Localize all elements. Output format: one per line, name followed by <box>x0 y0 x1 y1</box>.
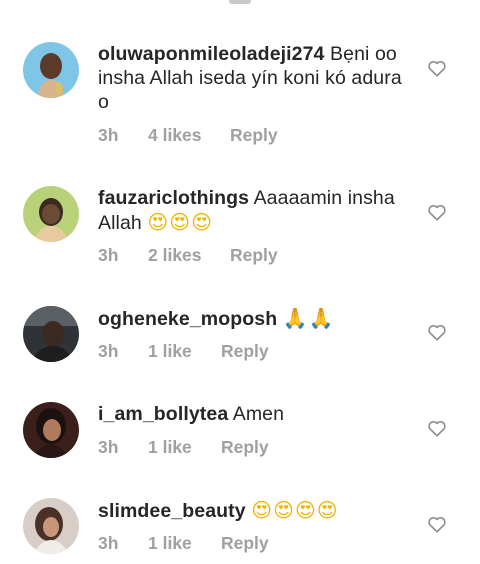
heart-icon[interactable] <box>427 59 447 77</box>
comment-body: fauzariclothings Aaaaamin insha Allah 😍😍… <box>98 186 408 235</box>
comment-time: 3h <box>98 341 119 361</box>
avatar[interactable] <box>23 42 79 98</box>
comment-username[interactable]: fauzariclothings <box>98 187 249 209</box>
heart-icon[interactable] <box>427 419 447 437</box>
heart-eyes-emoji: 😍😍😍 <box>147 210 213 234</box>
avatar[interactable] <box>23 402 79 458</box>
comment-likes[interactable]: 1 like <box>148 533 192 554</box>
comment-likes[interactable]: 1 like <box>148 437 192 458</box>
comment-username[interactable]: oluwaponmileoladeji274 <box>98 43 325 65</box>
comment-time: 3h <box>98 125 119 145</box>
reply-button[interactable]: Reply <box>221 533 269 554</box>
comment-likes[interactable]: 4 likes <box>148 125 202 146</box>
comment-username[interactable]: ogheneke_moposh <box>98 308 277 330</box>
comment-body: slimdee_beauty 😍😍😍😍 <box>98 498 408 523</box>
heart-eyes-emoji: 😍😍😍😍 <box>251 498 339 522</box>
comment-time: 3h <box>98 533 119 553</box>
comment-body: oluwaponmileoladeji274 Bẹni oo insha All… <box>98 42 408 114</box>
comment-likes[interactable]: 1 like <box>148 341 192 362</box>
reply-button[interactable]: Reply <box>221 437 269 458</box>
comment-username[interactable]: i_am_bollytea <box>98 403 228 425</box>
comment-likes[interactable]: 2 likes <box>148 245 202 266</box>
heart-icon[interactable] <box>427 515 447 533</box>
avatar[interactable] <box>23 186 79 242</box>
heart-icon[interactable] <box>427 323 447 341</box>
reply-button[interactable]: Reply <box>230 125 278 146</box>
comment-body: i_am_bollytea Amen <box>98 402 408 426</box>
comment-username[interactable]: slimdee_beauty <box>98 500 246 522</box>
heart-icon[interactable] <box>427 203 447 221</box>
comment-time: 3h <box>98 437 119 457</box>
reply-button[interactable]: Reply <box>221 341 269 362</box>
praying-hands-emoji: 🙏🙏 <box>282 306 335 330</box>
comment-text: Amen <box>228 403 285 425</box>
comment-time: 3h <box>98 245 119 265</box>
avatar[interactable] <box>23 306 79 362</box>
drag-handle[interactable] <box>229 0 251 4</box>
avatar[interactable] <box>23 498 79 554</box>
comment-body: ogheneke_moposh 🙏🙏 <box>98 306 408 331</box>
reply-button[interactable]: Reply <box>230 245 278 266</box>
